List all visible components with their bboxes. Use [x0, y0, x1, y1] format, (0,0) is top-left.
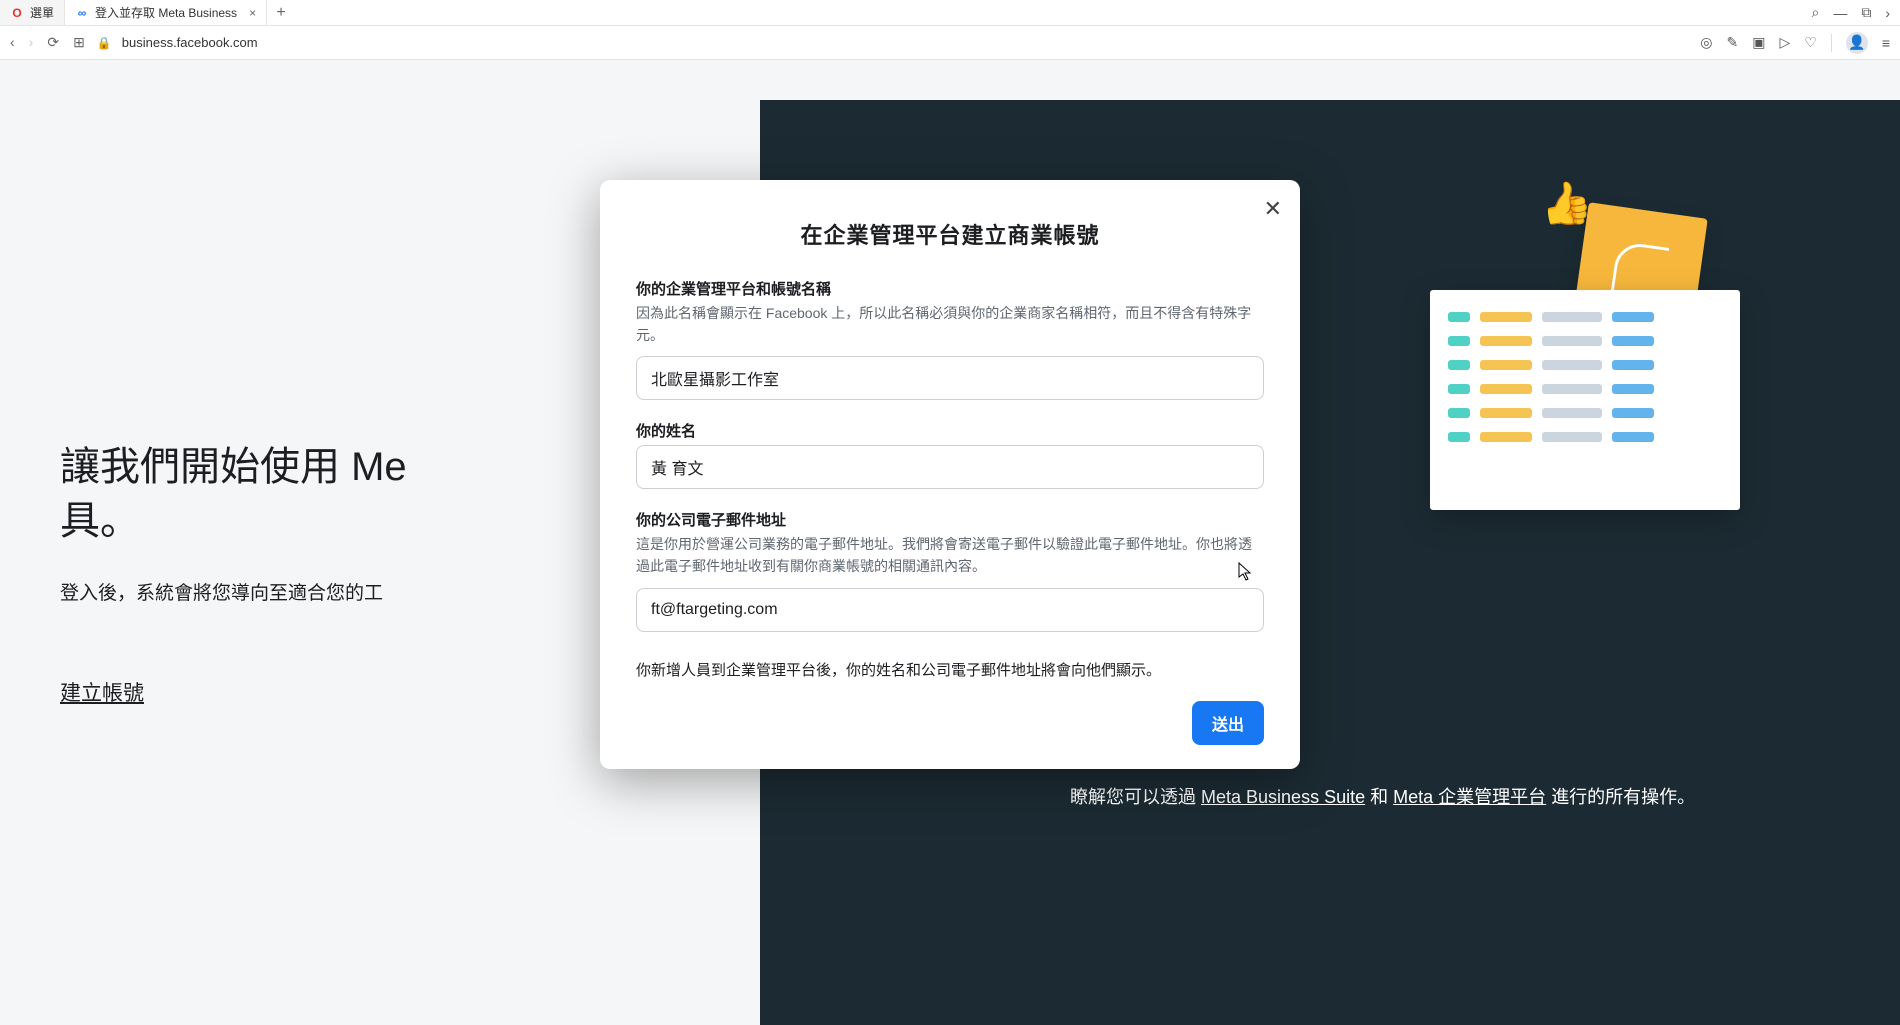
submit-button[interactable]: 送出	[1192, 701, 1264, 745]
tab-label: 選單	[30, 4, 54, 21]
nav-arrows: ‹ › ⟳ ⊞	[10, 34, 85, 51]
opera-favicon: O	[10, 6, 24, 20]
meta-favicon: ∞	[75, 6, 89, 20]
tab-bar: O 選單 ∞ 登入並存取 Meta Business × + ⌕ — ⧉ ›	[0, 0, 1900, 26]
reload-button[interactable]: ⟳	[47, 34, 59, 51]
tab-strip: O 選單 ∞ 登入並存取 Meta Business × +	[0, 0, 295, 25]
target-icon[interactable]: ◎	[1700, 34, 1712, 51]
input-business-name[interactable]	[636, 356, 1264, 400]
screenshot-icon[interactable]: ▣	[1752, 34, 1765, 51]
back-button[interactable]: ‹	[10, 34, 15, 51]
url-text: business.facebook.com	[122, 35, 258, 50]
toolbar-right: ◎ ✎ ▣ ▷ ♡ 👤 ≡	[1700, 32, 1890, 54]
disclosure-note: 你新增人員到企業管理平台後，你的姓名和公司電子郵件地址將會向他們顯示。	[636, 658, 1264, 684]
tab-label: 登入並存取 Meta Business	[95, 4, 237, 21]
window-controls: ⌕ — ⧉ ›	[1811, 0, 1900, 25]
apps-button[interactable]: ⊞	[73, 34, 85, 51]
edit-icon[interactable]: ✎	[1727, 34, 1739, 51]
label-business-name: 你的企業管理平台和帳號名稱	[636, 278, 1264, 299]
helper-business-name: 因為此名稱會顯示在 Facebook 上，所以此名稱必須與你的企業商家名稱相符，…	[636, 303, 1264, 346]
maximize-icon[interactable]: ⧉	[1861, 4, 1871, 21]
more-icon[interactable]: ›	[1885, 5, 1890, 21]
label-your-name: 你的姓名	[636, 420, 1264, 441]
new-tab-button[interactable]: +	[267, 0, 295, 25]
address-bar[interactable]: 🔒 business.facebook.com	[97, 35, 258, 50]
label-email: 你的公司電子郵件地址	[636, 509, 1264, 530]
field-your-name: 你的姓名	[636, 420, 1264, 489]
modal-overlay: ✕ 在企業管理平台建立商業帳號 你的企業管理平台和帳號名稱 因為此名稱會顯示在 …	[0, 60, 1900, 1025]
helper-email: 這是你用於營運公司業務的電子郵件地址。我們將會寄送電子郵件以驗證此電子郵件地址。…	[636, 534, 1264, 577]
field-email: 你的公司電子郵件地址 這是你用於營運公司業務的電子郵件地址。我們將會寄送電子郵件…	[636, 509, 1264, 631]
dialog-title: 在企業管理平台建立商業帳號	[636, 218, 1264, 250]
input-your-name[interactable]	[636, 445, 1264, 489]
send-icon[interactable]: ▷	[1779, 34, 1790, 51]
menu-icon[interactable]: ≡	[1882, 35, 1890, 51]
input-email[interactable]	[636, 588, 1264, 632]
toolbar: ‹ › ⟳ ⊞ 🔒 business.facebook.com ◎ ✎ ▣ ▷ …	[0, 26, 1900, 60]
create-business-dialog: ✕ 在企業管理平台建立商業帳號 你的企業管理平台和帳號名稱 因為此名稱會顯示在 …	[600, 180, 1300, 769]
field-business-name: 你的企業管理平台和帳號名稱 因為此名稱會顯示在 Facebook 上，所以此名稱…	[636, 278, 1264, 400]
tab-menu[interactable]: O 選單	[0, 0, 65, 25]
forward-button[interactable]: ›	[29, 34, 34, 51]
lock-icon: 🔒	[97, 36, 112, 50]
minimize-icon[interactable]: —	[1833, 5, 1847, 21]
tab-active[interactable]: ∞ 登入並存取 Meta Business ×	[65, 0, 267, 25]
search-icon[interactable]: ⌕	[1811, 4, 1819, 21]
close-tab-icon[interactable]: ×	[249, 6, 256, 20]
heart-icon[interactable]: ♡	[1804, 34, 1817, 51]
close-icon[interactable]: ✕	[1264, 196, 1282, 222]
avatar[interactable]: 👤	[1846, 32, 1868, 54]
